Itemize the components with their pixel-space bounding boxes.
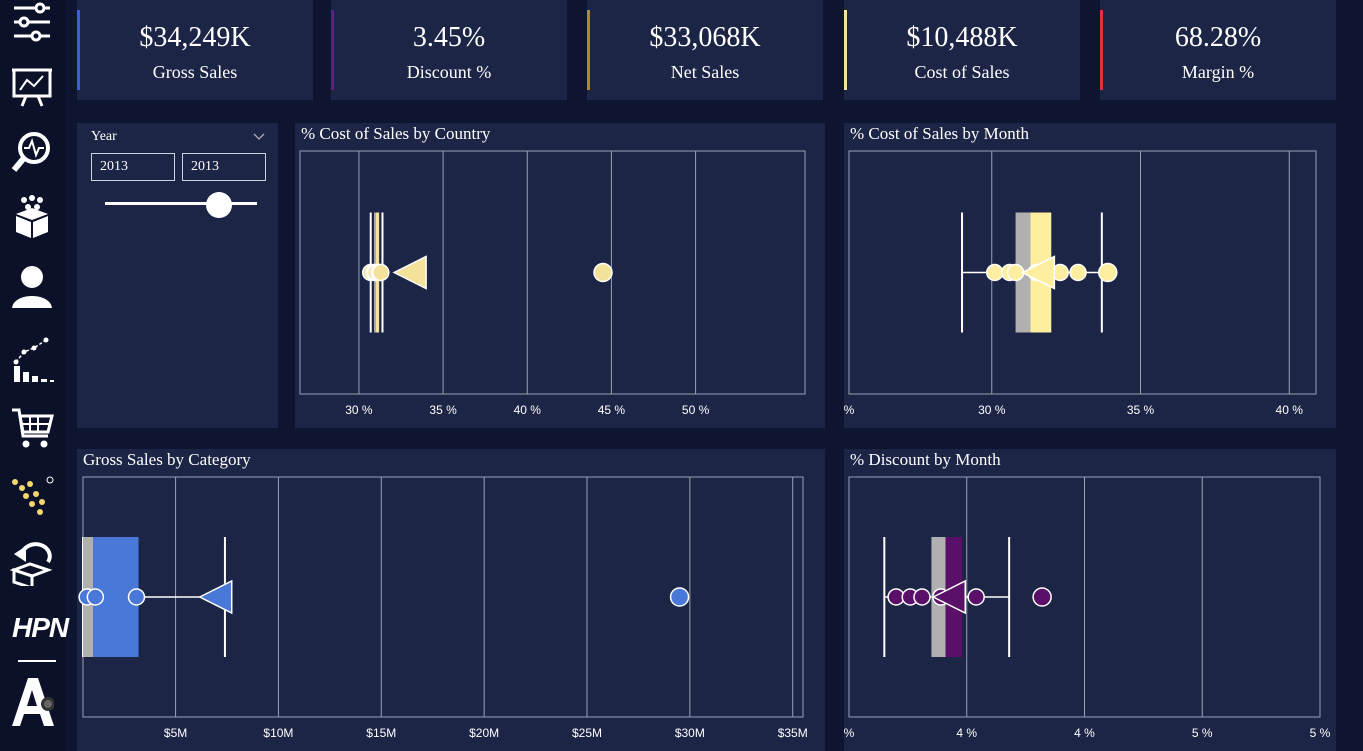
kpi-card-gross-sales: $34,249K Gross Sales [77,0,313,100]
x-tick-label: 30 % [978,403,1006,417]
chart-plot-area: 30 % 35 % 40 % 45 % 50 % [299,150,806,417]
kpi-card-margin: 68.28% Margin % [1100,0,1336,100]
chart-title: % Cost of Sales by Country [301,124,491,143]
outlier-point [1032,587,1052,607]
kpi-label: Margin % [1181,62,1255,82]
x-tick-label: 5 % [1310,726,1331,740]
cost-of-sales-by-month-chart: % 30 % 35 % 40 % % Cost of Sales by Month [844,123,1336,428]
discount-by-month-chart: % 4 % 4 % 5 % 5 % % Discount by Month [844,449,1336,751]
year-from-input[interactable]: 2013 [91,153,175,181]
outlier-point [669,587,690,607]
x-tick-label: 40 % [514,403,542,417]
data-point [86,588,105,606]
x-tick-label: % [844,726,855,740]
x-tick-label: 50 % [682,403,710,417]
kpi-label: Cost of Sales [914,62,1010,82]
x-tick-label: $10M [263,726,293,740]
sidebar-nav: HPN [0,0,69,751]
trend-chart-icon[interactable] [10,336,54,384]
chart-title: % Discount by Month [850,450,1001,469]
return-box-icon[interactable] [9,538,54,591]
chart-title: Gross Sales by Category [83,450,251,469]
x-tick-label: 5 % [1192,726,1213,740]
chart-plot-area: % 4 % 4 % 5 % 5 % [844,476,1331,740]
kpi-card-cost-of-sales: $10,488K Cost of Sales [844,0,1080,100]
x-tick-label: % [844,403,855,417]
gross-sales-by-category-chart: $5M $10M $15M $20M $25M $30M $35M Gross Sales … [77,449,825,751]
x-tick-label: 35 % [1127,403,1155,417]
outlier-point [593,262,613,283]
x-tick-label: 4 % [1074,726,1095,740]
x-tick-label: 40 % [1276,403,1304,417]
x-tick-label: $5M [164,726,187,740]
chevron-down-icon[interactable] [252,129,266,143]
product-box-icon[interactable] [10,192,54,240]
year-to-input[interactable]: 2013 [182,153,266,181]
kpi-value: $34,249K [139,22,251,53]
sidebar-divider [18,660,56,662]
kpi-value: 3.45% [412,22,486,53]
sliders-icon[interactable] [10,0,54,48]
mean-marker [392,255,427,290]
kpi-value: $10,488K [906,22,1018,53]
x-tick-label: 30 % [345,403,373,417]
x-tick-label: $30M [675,726,705,740]
x-tick-label: $15M [366,726,396,740]
x-tick-label: 45 % [598,403,626,417]
kpi-label: Discount % [406,62,492,82]
presentation-chart-icon[interactable] [10,62,54,110]
brand-logo-text: HPN [12,612,69,643]
data-point [372,263,390,282]
data-point [127,588,146,606]
data-point [913,588,931,606]
year-slider-handle[interactable] [206,192,232,218]
chart-plot-area: % 30 % 35 % 40 % [844,150,1317,417]
year-slider-track[interactable] [105,202,257,205]
letter-a-logo-icon[interactable] [10,676,55,728]
user-icon[interactable] [10,262,54,310]
x-tick-label: $35M [778,726,808,740]
shopping-cart-icon[interactable] [10,404,54,452]
kpi-label: Net Sales [670,62,740,82]
data-point [986,263,1004,282]
x-tick-label: $20M [469,726,499,740]
scatter-dots-icon[interactable] [10,470,54,518]
magnifier-pulse-icon[interactable] [10,128,54,176]
outlier-point [1098,262,1118,283]
kpi-card-discount: 3.45% Discount % [331,0,567,100]
chart-plot-area: $5M $10M $15M $20M $25M $30M $35M [78,476,808,740]
slicer-title: Year [91,129,117,144]
kpi-value: $33,068K [649,22,761,53]
data-point [967,588,985,606]
mean-marker [198,579,233,615]
chart-title: % Cost of Sales by Month [850,124,1029,143]
year-slicer: Year 2013 2013 [77,123,278,428]
x-tick-label: 4 % [956,726,977,740]
x-tick-label: $25M [572,726,602,740]
x-tick-label: 35 % [429,403,457,417]
kpi-value: 68.28% [1174,22,1262,53]
cost-of-sales-by-country-chart: 30 % 35 % 40 % 45 % 50 % % Cost of Sales by … [295,123,825,428]
data-point [1069,263,1087,282]
kpi-card-net-sales: $33,068K Net Sales [587,0,823,100]
kpi-label: Gross Sales [152,62,238,82]
